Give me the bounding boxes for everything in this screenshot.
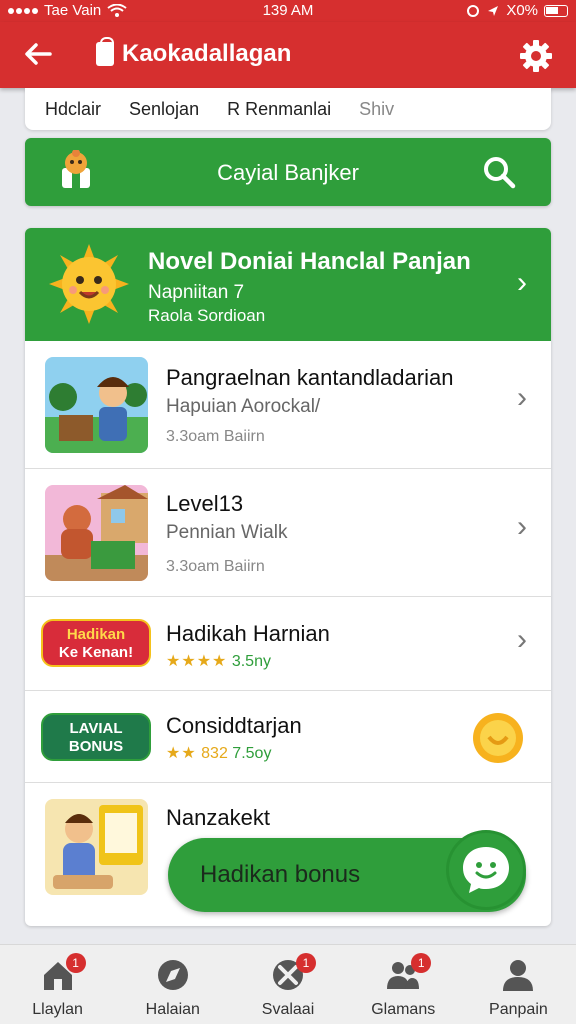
nav-item-friends[interactable]: 1 Glamans [346, 945, 461, 1024]
chevron-right-icon: › [517, 266, 527, 299]
chevron-right-icon: › [517, 510, 527, 543]
tab-hdclair[interactable]: Hdclair [45, 99, 101, 120]
badge-line: Hadikan [66, 626, 126, 643]
chevron-right-icon: › [517, 623, 527, 656]
nav-item-home[interactable]: 1 Llaylan [0, 945, 115, 1024]
list-item[interactable]: Hadikan Ke Kenan! Hadikah Harnian ★★★★ 3… [25, 596, 551, 690]
nav-label: Glamans [371, 1001, 436, 1018]
gear-icon [520, 40, 552, 72]
notification-badge: 1 [411, 953, 432, 973]
notification-badge: 1 [65, 953, 86, 973]
promo-badge: Hadikan Ke Kenan! [41, 619, 151, 667]
item-title: Nanzakekt [166, 805, 270, 830]
badge-line: BONUS [68, 738, 124, 755]
search-icon[interactable] [481, 154, 517, 190]
search-label: Cayial Banjker [217, 160, 359, 185]
item-meta: 3.3oam Baiirn [166, 558, 265, 575]
sun-badge-icon [473, 713, 523, 763]
nav-item-rewards[interactable]: 1 Svalaai [230, 945, 345, 1024]
nav-label: Panpain [489, 1001, 548, 1018]
game-thumbnail [45, 799, 148, 895]
nav-label: Halaian [145, 1001, 200, 1018]
promo-badge: LAVIAL BONUS [41, 713, 151, 761]
item-title: Hadikah Harnian [166, 621, 330, 646]
list-item[interactable]: Pangraelnan kantandladarian Hapuian Aoro… [25, 341, 551, 468]
featured-detail: Raola Sordioan [148, 306, 266, 325]
fab-label: Hadikan bonus [200, 861, 361, 888]
app-bar: Kaokadallagan [0, 22, 576, 88]
status-bar: Tae Vain 139 AM X0% [0, 0, 576, 22]
page-title: Kaokadallagan [122, 40, 292, 67]
nav-item-games[interactable]: Halaian [115, 945, 230, 1024]
back-button[interactable] [22, 38, 56, 72]
item-title: Considdtarjan [166, 713, 302, 738]
bottom-nav: 1 Llaylan Halaian 1 Svalaai 1 Glamans Pa… [0, 944, 576, 1024]
star-rating-icon: ★★★★ [166, 653, 228, 670]
chat-button[interactable] [446, 830, 526, 910]
item-rating: ★★ 832 7.5oy [166, 743, 271, 763]
item-rating: ★★★★ 3.5ny [166, 651, 271, 671]
chat-smile-icon [463, 847, 509, 893]
battery-percent: X0% [506, 2, 538, 19]
game-thumbnail [45, 357, 148, 453]
rating-prefix: 832 [201, 745, 228, 762]
item-title: Level13 [166, 491, 244, 516]
item-meta: 3.3oam Baiirn [166, 428, 265, 445]
nav-label: Llaylan [32, 1001, 83, 1018]
rating-value: 3.5ny [231, 653, 271, 670]
featured-subtitle: Napniitan 7 [148, 282, 245, 303]
list-item[interactable]: Level13 Pennian Wialk 3.3oam Baiirn › [25, 468, 551, 596]
list-item[interactable]: LAVIAL BONUS Considdtarjan ★★ 832 7.5oy [25, 690, 551, 782]
arrow-left-icon [25, 43, 52, 65]
search-bar[interactable]: Cayial Banjker [25, 138, 551, 206]
chevron-right-icon: › [517, 381, 527, 414]
shopping-bag-icon [96, 37, 114, 66]
alarm-icon [467, 4, 480, 17]
badge-line: LAVIAL [69, 720, 123, 737]
featured-banner[interactable]: Novel Doniai Hanclal Panjan Napniitan 7 … [25, 228, 551, 341]
sun-mascot-icon [49, 244, 129, 324]
game-list: Novel Doniai Hanclal Panjan Napniitan 7 … [25, 228, 551, 926]
item-subtitle: Hapuian Aorockal/ [166, 396, 321, 417]
tab-renmanlai[interactable]: R Renmanlai [227, 99, 331, 120]
compass-icon [157, 960, 188, 990]
tab-senlojan[interactable]: Senlojan [129, 99, 199, 120]
category-tabs: Hdclair Senlojan R Renmanlai Shiv [25, 88, 551, 130]
featured-title: Novel Doniai Hanclal Panjan [148, 248, 471, 275]
badge-line: Ke Kenan! [58, 644, 134, 661]
settings-button[interactable] [518, 38, 554, 74]
battery-icon [544, 4, 568, 17]
item-subtitle: Pennian Wialk [166, 522, 288, 543]
nav-label: Svalaai [261, 1001, 315, 1018]
tab-shiv[interactable]: Shiv [359, 99, 394, 120]
user-icon [503, 960, 534, 991]
bonus-fab[interactable]: Hadikan bonus [168, 830, 526, 912]
item-title: Pangraelnan kantandladarian [166, 365, 454, 390]
star-rating-icon: ★★ [166, 745, 197, 762]
location-icon [488, 5, 499, 16]
rating-value: 7.5oy [232, 745, 272, 762]
game-thumbnail [45, 485, 148, 581]
notification-badge: 1 [296, 953, 316, 973]
nav-item-profile[interactable]: Panpain [461, 945, 576, 1024]
